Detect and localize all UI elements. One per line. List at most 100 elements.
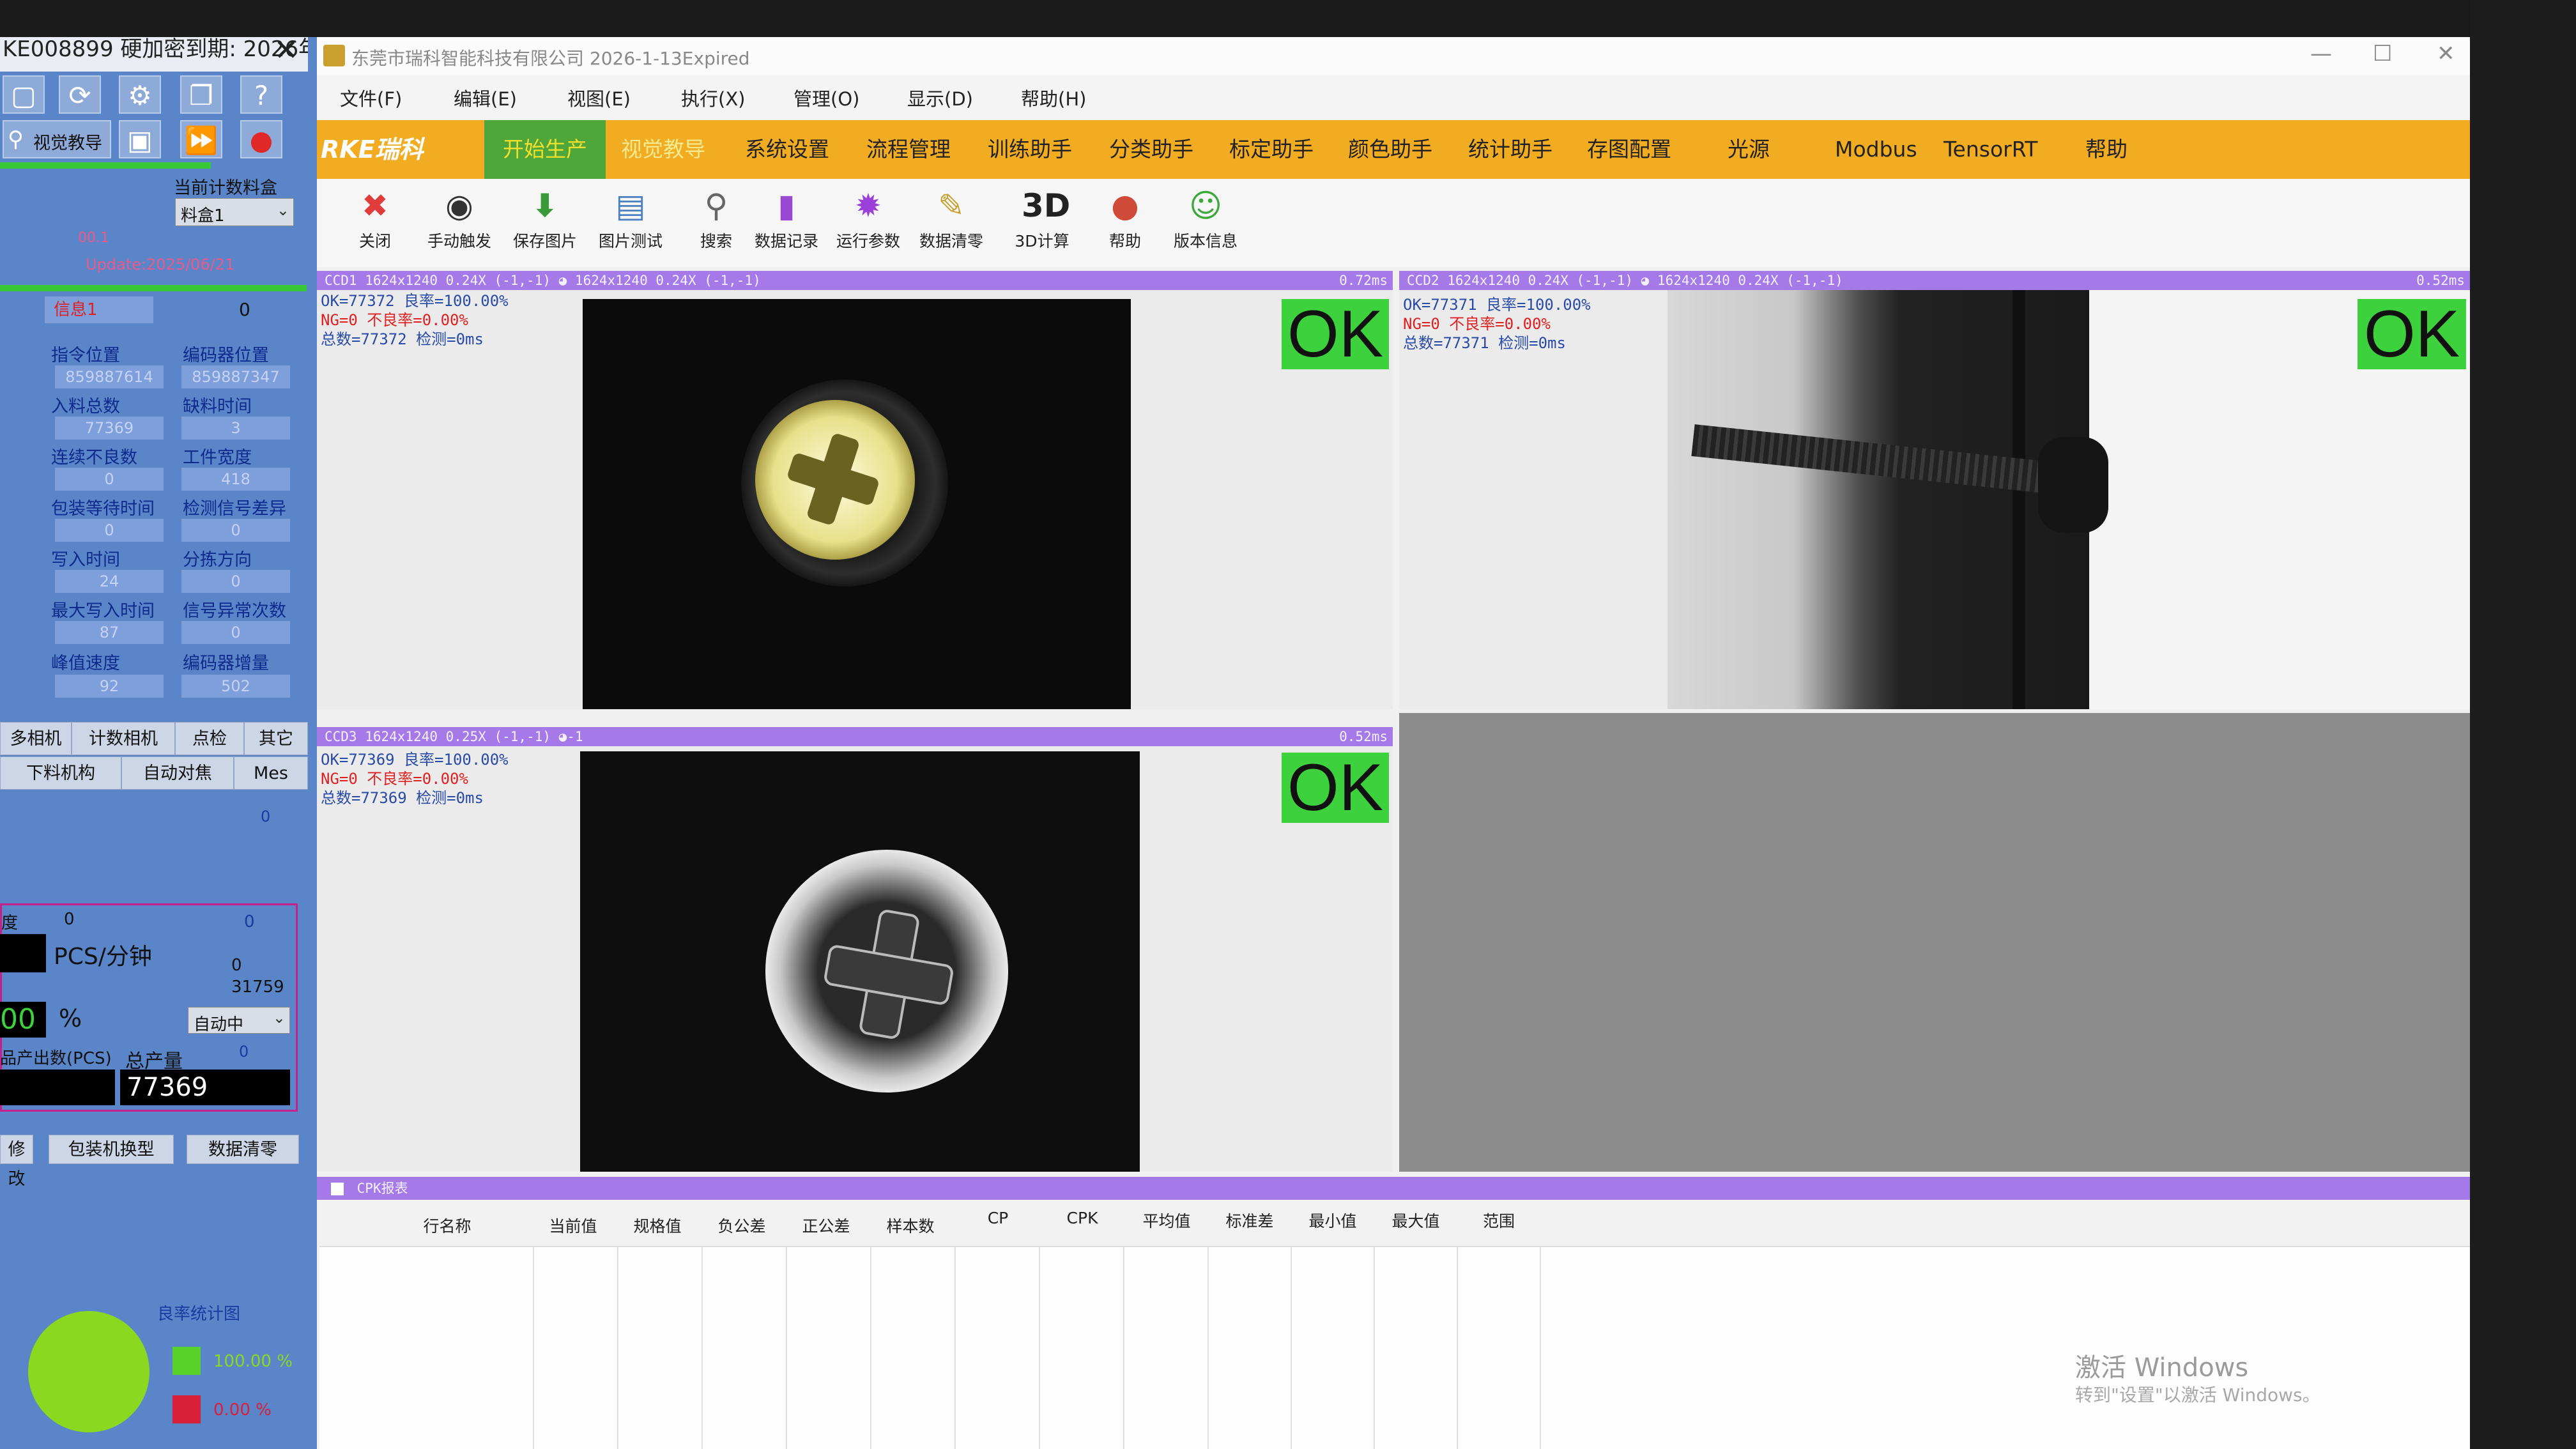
monitor-bezel-top-left — [0, 0, 317, 27]
yield-bad-value: 0.00 % — [213, 1400, 272, 1420]
tab-check[interactable]: 点检 — [175, 722, 244, 755]
menu-edit[interactable]: 编辑(E) — [454, 84, 517, 111]
tool-clear[interactable]: ✎ 数据清零 — [916, 185, 986, 252]
tool-gear[interactable]: ✹ 运行参数 — [833, 185, 903, 252]
tab-mes[interactable]: Mes — [234, 756, 308, 790]
percent-value: 00 — [0, 1002, 46, 1038]
tab-system-settings[interactable]: 系统设置 — [745, 120, 829, 179]
tool-3d[interactable]: 3D 3D计算 — [1007, 185, 1077, 252]
value-zero: 0 — [231, 956, 242, 975]
param-value: 0 — [181, 570, 290, 593]
tool-help[interactable]: ● 帮助 — [1090, 185, 1160, 252]
count-label: 当前计数料盒 — [174, 178, 277, 198]
tab-count-camera[interactable]: 计数相机 — [72, 722, 175, 755]
menu-manage[interactable]: 管理(O) — [793, 84, 859, 111]
ccd2-info-bar: CCD2 1624x1240 0.24X (-1,-1) ◕ 1624x1240… — [1399, 271, 2470, 290]
menu-display[interactable]: 显示(D) — [907, 84, 973, 111]
cpk-col-divider — [954, 1246, 956, 1449]
cpk-col-divider — [533, 1246, 534, 1449]
tab-statistics[interactable]: 统计助手 — [1468, 120, 1552, 179]
tab-color[interactable]: 颜色助手 — [1348, 120, 1432, 179]
teach-button[interactable]: ⚲ 视觉教导 — [3, 120, 111, 158]
tool-label: 帮助 — [1108, 232, 1141, 250]
tab-tensorrt[interactable]: TensorRT — [1943, 120, 2037, 179]
param-value: 0 — [55, 468, 164, 491]
tool-label: 运行参数 — [836, 232, 900, 250]
help-icon[interactable]: ? — [240, 75, 282, 114]
box-select[interactable]: 料盒1 ⌄ — [175, 198, 294, 226]
tool-info[interactable]: ☺ 版本信息 — [1170, 185, 1241, 252]
tab-autofocus[interactable]: 自动对焦 — [121, 756, 234, 790]
yield-label: 良率统计图 — [157, 1305, 241, 1324]
tab-multi-camera[interactable]: 多相机 — [0, 722, 72, 755]
menu-view[interactable]: 视图(E) — [567, 84, 631, 111]
tab-modbus[interactable]: Modbus — [1835, 120, 1917, 179]
file-icon[interactable]: ▢ — [3, 75, 45, 114]
tab-training[interactable]: 训练助手 — [988, 120, 1072, 179]
auto-select[interactable]: 自动中 ⌄ — [188, 1007, 290, 1034]
cpk-header: 标准差 — [1225, 1212, 1274, 1230]
tool-search[interactable]: ⚲ 搜索 — [681, 185, 751, 252]
tab-classify[interactable]: 分类助手 — [1109, 120, 1193, 179]
panel-close-button[interactable]: ✕ — [268, 32, 304, 68]
gear-icon[interactable]: ⚙ — [119, 75, 161, 114]
copy-icon[interactable]: ❐ — [180, 75, 222, 114]
tab-visual-teach[interactable]: 视觉教导 — [621, 120, 705, 179]
maximize-icon[interactable]: ☐ — [2373, 41, 2392, 66]
modify-button[interactable]: 修改 — [0, 1135, 33, 1189]
ccd2-total-stat: 总数=77371 检测=0ms — [1403, 334, 1566, 352]
cpk-header: 正公差 — [802, 1217, 850, 1236]
watermark-title: 激活 Windows — [2075, 1353, 2249, 1383]
tab-help[interactable]: 帮助 — [2085, 120, 2128, 179]
menu-execute[interactable]: 执行(X) — [681, 84, 746, 111]
tool-close[interactable]: ✖ 关闭 — [340, 185, 410, 252]
tab-unload[interactable]: 下料机构 — [0, 756, 121, 790]
tool-folder[interactable]: ▤ 图片测试 — [595, 185, 666, 252]
menu-file[interactable]: 文件(F) — [340, 84, 402, 111]
tab-save-config[interactable]: 存图配置 — [1587, 120, 1671, 179]
monitor-bezel-top — [0, 0, 2470, 37]
package-change-button[interactable]: 包装机换型 — [49, 1135, 174, 1164]
param-value: 92 — [55, 675, 164, 698]
status-bar-green-2 — [0, 285, 307, 291]
ccd2-result-badge: OK — [2358, 299, 2466, 369]
ccd2-background — [1667, 290, 2089, 709]
app-icon — [323, 45, 345, 66]
tab-flow-manage[interactable]: 流程管理 — [866, 120, 951, 179]
close-icon[interactable]: ✕ — [2437, 41, 2455, 66]
empty-camera-slot — [1399, 713, 2470, 1172]
lock-icon[interactable]: ▣ — [119, 120, 161, 158]
param-label: 包装等待时间 — [51, 499, 155, 519]
cpk-header: 当前值 — [549, 1217, 597, 1236]
menu-help[interactable]: 帮助(H) — [1021, 84, 1086, 111]
cpk-title: CPK报表 — [356, 1181, 408, 1196]
version-line2: Update:2025/06/21 — [86, 256, 235, 273]
cpk-header: 最大值 — [1392, 1212, 1440, 1230]
cpk-header: 规格值 — [633, 1217, 682, 1236]
tool-label: 手动触发 — [427, 232, 491, 250]
tab-start-production[interactable]: 开始生产 — [484, 120, 606, 179]
cpk-col-divider — [1039, 1246, 1040, 1449]
data-clear-button[interactable]: 数据清零 — [187, 1135, 299, 1164]
fast-forward-icon[interactable]: ⏩ — [180, 120, 222, 158]
param-value: 3 — [181, 417, 290, 440]
cpk-checkbox[interactable] — [331, 1183, 344, 1195]
tool-save[interactable]: ⬇ 保存图片 — [510, 185, 580, 252]
yield-bad-swatch — [172, 1395, 201, 1423]
tool-record[interactable]: ▮ 数据记录 — [751, 185, 822, 252]
record-icon[interactable]: ● — [240, 120, 282, 158]
param-label: 缺料时间 — [183, 397, 252, 417]
tab-light[interactable]: 光源 — [1728, 120, 1770, 179]
param-value: 0 — [181, 621, 290, 644]
param-value: 24 — [55, 570, 164, 593]
tab-other[interactable]: 其它 — [244, 722, 308, 755]
search-icon: ⚲ — [704, 187, 728, 224]
3d-icon: 3D — [1022, 187, 1071, 224]
refresh-icon[interactable]: ⟳ — [59, 75, 101, 114]
ccd3-ng-stat: NG=0 不良率=0.00% — [321, 770, 468, 788]
tab-calibrate[interactable]: 标定助手 — [1229, 120, 1314, 179]
minimize-icon[interactable]: — — [2310, 41, 2332, 66]
teach-label: 视觉教导 — [33, 134, 102, 153]
menu-bar: 文件(F) 编辑(E) 视图(E) 执行(X) 管理(O) 显示(D) 帮助(H… — [317, 75, 2470, 120]
tool-eye[interactable]: ◉ 手动触发 — [424, 185, 494, 252]
